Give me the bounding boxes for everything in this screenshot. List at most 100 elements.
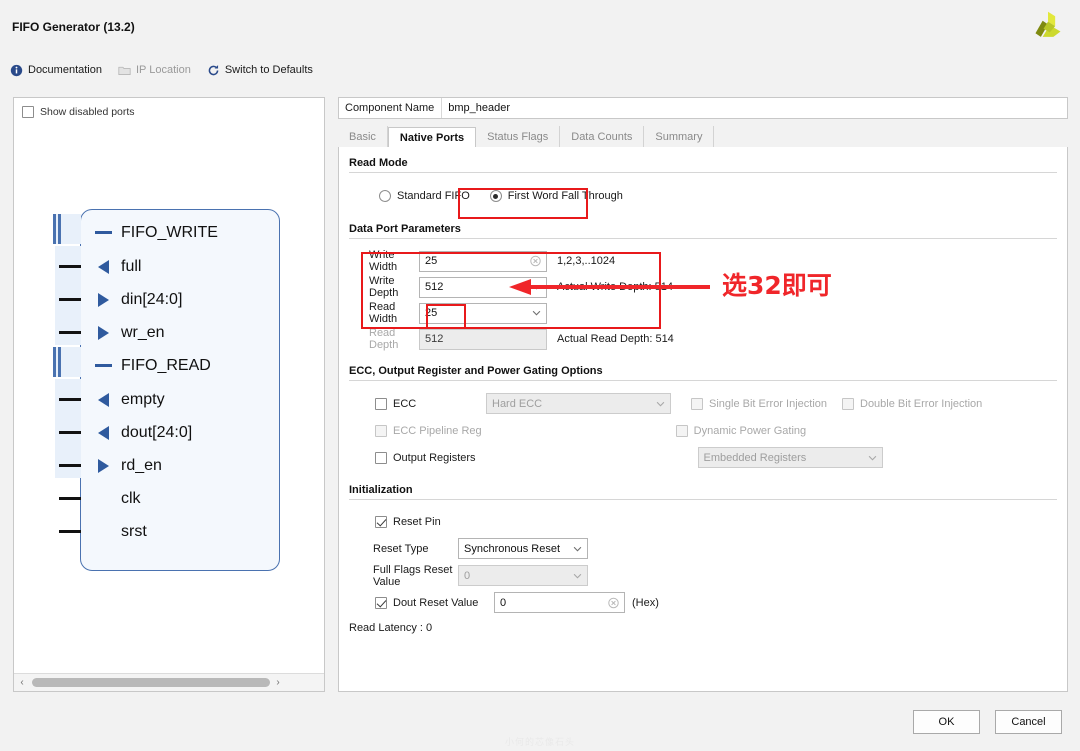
write-width-input[interactable]: 25 bbox=[419, 250, 547, 272]
symbol-port-full: full bbox=[55, 246, 281, 283]
native-ports-content: Read Mode Standard FIFO First Word Fall … bbox=[338, 147, 1068, 692]
chevron-down-icon[interactable] bbox=[573, 546, 582, 552]
write-depth-label: Write Depth bbox=[369, 275, 399, 299]
annotation-arrow-icon bbox=[509, 279, 710, 295]
show-disabled-ports-label: Show disabled ports bbox=[40, 106, 135, 118]
double-bit-error-injection-checkbox[interactable] bbox=[842, 397, 854, 410]
annotation-text: 选32即可 bbox=[722, 271, 832, 300]
ip-location-button[interactable]: IP Location bbox=[118, 64, 191, 77]
tab-data-counts[interactable]: Data Counts bbox=[560, 126, 645, 147]
read-latency-text: Read Latency : 0 bbox=[349, 622, 433, 634]
radio-standard-fifo-label: Standard FIFO bbox=[397, 190, 470, 202]
tab-status-flags[interactable]: Status Flags bbox=[476, 126, 561, 147]
input-arrow-icon bbox=[93, 458, 113, 473]
documentation-label: Documentation bbox=[28, 64, 102, 76]
symbol-pin-srst: srst bbox=[59, 515, 281, 548]
dout-reset-value-label: Dout Reset Value bbox=[393, 596, 479, 609]
ecc-label: ECC bbox=[393, 397, 417, 410]
bus-band-seg bbox=[55, 379, 81, 412]
ecc-checkbox[interactable] bbox=[375, 397, 387, 410]
full-flags-reset-value-combo[interactable]: 0 bbox=[458, 565, 588, 586]
port-stub bbox=[59, 331, 81, 334]
symbol-horizontal-scrollbar[interactable]: ‹ › bbox=[14, 673, 324, 691]
dout-reset-value: 0 bbox=[500, 596, 507, 609]
reset-type-combo[interactable]: Synchronous Reset bbox=[458, 538, 588, 559]
scroll-left-arrow-icon[interactable]: ‹ bbox=[14, 677, 30, 688]
input-arrow-icon bbox=[93, 325, 113, 340]
read-width-value: 25 bbox=[425, 307, 438, 319]
symbol-port-label: wr_en bbox=[121, 323, 165, 341]
reset-pin-label: Reset Pin bbox=[393, 516, 441, 528]
ecc-type-combo[interactable]: Hard ECC bbox=[486, 393, 671, 414]
divider bbox=[349, 499, 1057, 500]
radio-first-word-fall-through-label: First Word Fall Through bbox=[507, 190, 623, 202]
divider bbox=[349, 380, 1057, 381]
chevron-down-icon[interactable] bbox=[532, 310, 541, 316]
group-collapse-icon[interactable] bbox=[93, 364, 113, 367]
radio-first-word-fall-through[interactable] bbox=[489, 190, 502, 202]
symbol-group-fifo-write: FIFO_WRITE bbox=[53, 214, 281, 249]
symbol-port-label: dout[24:0] bbox=[121, 423, 193, 441]
switch-to-defaults-label: Switch to Defaults bbox=[224, 64, 313, 76]
tab-basic[interactable]: Basic bbox=[338, 126, 388, 147]
chevron-down-icon[interactable] bbox=[868, 455, 877, 461]
write-depth-value: 512 bbox=[425, 281, 444, 293]
symbol-pin-clk: clk bbox=[59, 482, 281, 515]
scrollbar-thumb[interactable] bbox=[32, 678, 270, 687]
reset-pin-checkbox[interactable] bbox=[375, 516, 387, 528]
ecc-pipeline-reg-checkbox[interactable] bbox=[375, 424, 387, 437]
chevron-down-icon[interactable] bbox=[573, 573, 582, 579]
port-stub bbox=[59, 464, 81, 467]
tab-summary[interactable]: Summary bbox=[644, 126, 715, 147]
write-width-hint: 1,2,3,..1024 bbox=[557, 255, 616, 267]
port-stub bbox=[59, 431, 81, 434]
double-bit-error-injection-label: Double Bit Error Injection bbox=[860, 397, 983, 410]
full-flags-reset-value: 0 bbox=[464, 569, 471, 582]
read-depth-hint: Actual Read Depth: 514 bbox=[557, 333, 674, 345]
initialization-section: Initialization Reset Pin Reset Type Sync… bbox=[349, 484, 1057, 640]
clear-circle-icon[interactable] bbox=[608, 597, 619, 608]
dout-reset-value-checkbox[interactable] bbox=[375, 596, 387, 609]
folder-icon bbox=[118, 66, 131, 75]
clear-circle-icon[interactable] bbox=[530, 255, 541, 267]
scroll-right-arrow-icon[interactable]: › bbox=[270, 677, 286, 688]
symbol-port-label: full bbox=[121, 257, 142, 275]
dynamic-power-gating-label: Dynamic Power Gating bbox=[693, 424, 807, 437]
tab-native-ports[interactable]: Native Ports bbox=[387, 127, 477, 148]
symbol-port-rd-en: rd_en bbox=[55, 445, 281, 482]
configuration-panel: Component Name bmp_header Basic Native P… bbox=[338, 97, 1068, 692]
watermark: 小何的芯像石头 bbox=[504, 738, 575, 748]
group-collapse-icon[interactable] bbox=[93, 231, 113, 234]
cancel-button[interactable]: Cancel bbox=[995, 710, 1062, 734]
symbol-group-label: FIFO_WRITE bbox=[121, 223, 218, 241]
show-disabled-ports-box[interactable] bbox=[22, 106, 34, 118]
switch-to-defaults-button[interactable]: Switch to Defaults bbox=[207, 64, 313, 77]
reset-type-value: Synchronous Reset bbox=[464, 542, 560, 555]
component-name-row: Component Name bmp_header bbox=[338, 97, 1068, 119]
port-stub bbox=[59, 398, 81, 401]
ok-button[interactable]: OK bbox=[913, 710, 980, 734]
component-name-input[interactable]: bmp_header bbox=[441, 98, 1067, 118]
read-width-combo[interactable]: 25 bbox=[419, 302, 547, 324]
symbol-pin-label: clk bbox=[121, 489, 141, 507]
bus-bars-read bbox=[53, 347, 63, 377]
refresh-icon bbox=[208, 64, 219, 75]
bus-band-seg bbox=[55, 279, 81, 312]
dynamic-power-gating-checkbox[interactable] bbox=[675, 424, 688, 437]
output-arrow-icon bbox=[93, 392, 113, 407]
tab-bar: Basic Native Ports Status Flags Data Cou… bbox=[338, 126, 1068, 148]
write-width-value: 25 bbox=[425, 255, 438, 267]
bus-band-seg bbox=[55, 445, 81, 478]
output-register-type-combo[interactable]: Embedded Registers bbox=[697, 447, 883, 468]
radio-standard-fifo[interactable] bbox=[379, 190, 391, 202]
chevron-down-icon[interactable] bbox=[656, 401, 665, 407]
output-registers-checkbox[interactable] bbox=[375, 451, 387, 464]
single-bit-error-injection-checkbox[interactable] bbox=[691, 397, 703, 410]
port-stub bbox=[59, 530, 81, 533]
output-arrow-icon bbox=[93, 425, 113, 440]
show-disabled-ports-checkbox[interactable]: Show disabled ports bbox=[22, 106, 135, 118]
symbol-port-label: din[24:0] bbox=[121, 290, 183, 308]
dout-reset-value-input[interactable]: 0 bbox=[494, 592, 625, 613]
documentation-button[interactable]: Documentation bbox=[10, 64, 102, 77]
symbol-port-din: din[24:0] bbox=[55, 279, 281, 316]
